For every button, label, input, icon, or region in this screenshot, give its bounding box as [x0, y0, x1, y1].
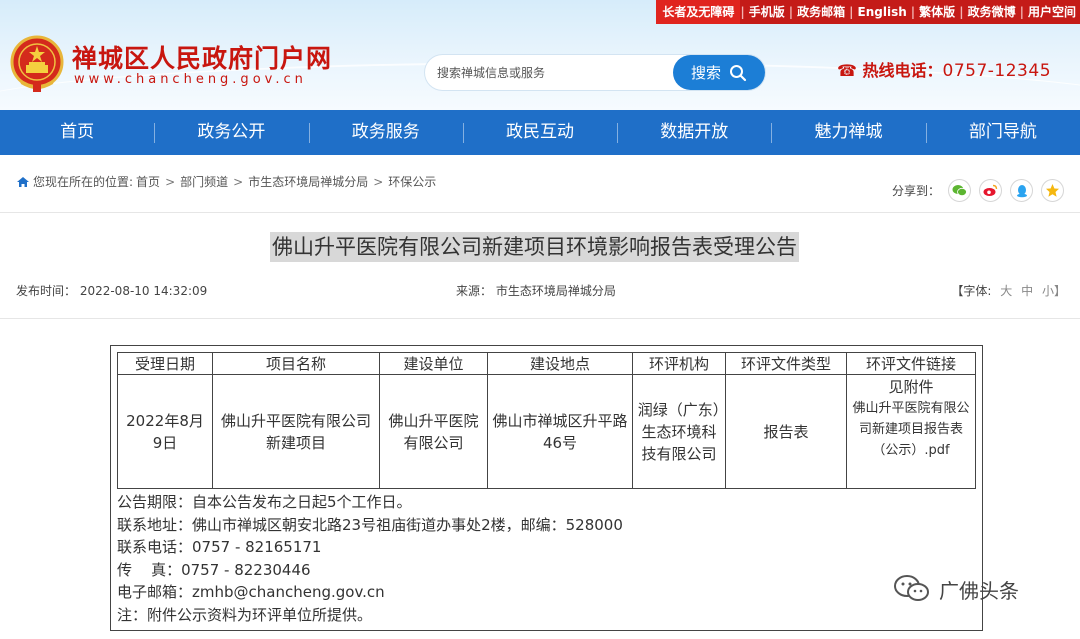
construction-unit-cell: 佛山升平医院有限公司	[379, 374, 488, 489]
construction-location-cell: 佛山市禅城区升平路46号	[487, 374, 633, 489]
share-wechat-button[interactable]	[948, 179, 971, 202]
table-header-cell: 环评机构	[632, 352, 726, 375]
star-icon	[1046, 184, 1059, 197]
hotline-label: 热线电话：	[862, 61, 943, 80]
article-source: 来源： 市生态环境局禅城分局	[456, 284, 616, 298]
contact-notes: 公告期限：自本公告发布之日起5个工作日。 联系地址：佛山市禅城区朝安北路23号祖…	[117, 491, 623, 626]
topbar-english-link[interactable]: English	[853, 0, 911, 24]
qq-icon	[1016, 184, 1027, 197]
contact-email: 电子邮箱：zmhb@chancheng.gov.cn	[117, 583, 385, 601]
publish-time: 发布时间： 2022-08-10 14:32:09	[16, 284, 208, 298]
project-name-cell: 佛山升平医院有限公司新建项目	[212, 374, 380, 489]
topbar-user-space-link[interactable]: 用户空间	[1023, 0, 1080, 24]
watermark-text: 广佛头条	[939, 578, 1019, 603]
phone-icon: ☎	[837, 61, 857, 80]
table-header-cell: 项目名称	[212, 352, 380, 375]
national-emblem-icon	[10, 35, 64, 92]
table-header-cell: 建设地点	[487, 352, 633, 375]
breadcrumb-prefix: 您现在所在的位置:	[33, 175, 134, 189]
breadcrumb-dept-channel[interactable]: 部门频道	[180, 173, 228, 190]
disclaimer-note: 注：附件公示资料为环评单位所提供。	[117, 605, 373, 624]
breadcrumb-env-notice[interactable]: 环保公示	[388, 173, 436, 190]
breadcrumb: 您现在所在的位置: 首页 > 部门频道 > 市生态环境局禅城分局 > 环保公示	[16, 173, 436, 190]
hotline-number: 0757-12345	[942, 61, 1052, 81]
share-bar: 分享到：	[892, 179, 1064, 202]
search-icon	[730, 64, 747, 81]
topbar-traditional-link[interactable]: 繁体版	[915, 0, 960, 24]
divider	[0, 318, 1080, 319]
search-box: 搜索	[425, 55, 765, 90]
hotline: ☎ 热线电话：0757-12345	[837, 57, 1051, 81]
weibo-icon	[983, 184, 998, 196]
project-info-table: 受理日期 项目名称 建设单位 建设地点 环评机构 环评文件类型 环评文件链接 2…	[117, 352, 976, 489]
wechat-watermark-icon	[894, 575, 929, 601]
nav-item-departments[interactable]: 部门导航	[925, 110, 1080, 155]
table-header-cell: 环评文件链接	[846, 352, 976, 375]
font-size-small-button[interactable]: 小】	[1042, 284, 1066, 298]
contact-fax: 传 真：0757 - 82230446	[117, 560, 311, 579]
share-label: 分享到：	[891, 184, 940, 198]
table-header-cell: 受理日期	[117, 352, 213, 375]
eia-agency-cell: 润绿（广东）生态环境科技有限公司	[632, 374, 726, 489]
wechat-icon	[952, 185, 967, 197]
table-header-row: 受理日期 项目名称 建设单位 建设地点 环评机构 环评文件类型 环评文件链接	[117, 352, 976, 375]
breadcrumb-home[interactable]: 首页	[136, 173, 160, 190]
main-nav: 首页 政务公开 政务服务 政民互动 数据开放 魅力禅城 部门导航	[0, 110, 1080, 155]
notice-period: 公告期限：自本公告发布之日起5个工作日。	[117, 493, 412, 511]
divider	[0, 212, 1080, 213]
font-size-label: 【字体:	[951, 284, 992, 298]
site-header: 长者及无障碍 | 手机版 | 政务邮箱 | English | 繁体版 | 政务…	[0, 0, 1080, 110]
attachment-label: 见附件	[888, 378, 934, 396]
notice-content: 受理日期 项目名称 建设单位 建设地点 环评机构 环评文件类型 环评文件链接 2…	[110, 345, 983, 631]
top-utility-bar: 长者及无障碍 | 手机版 | 政务邮箱 | English | 繁体版 | 政务…	[656, 0, 1080, 24]
font-size-large-button[interactable]: 大	[1000, 284, 1012, 298]
table-header-cell: 建设单位	[379, 352, 488, 375]
eia-doc-type-cell: 报告表	[725, 374, 847, 489]
topbar-weibo-link[interactable]: 政务微博	[963, 0, 1020, 24]
nav-item-home[interactable]: 首页	[0, 110, 154, 155]
topbar-accessibility-link[interactable]: 长者及无障碍	[656, 0, 741, 24]
share-qq-button[interactable]	[1010, 179, 1033, 202]
topbar-mobile-link[interactable]: 手机版	[744, 0, 789, 24]
acceptance-date-cell: 2022年8月9日	[117, 374, 213, 489]
share-qzone-button[interactable]	[1041, 179, 1064, 202]
nav-item-services[interactable]: 政务服务	[308, 110, 463, 155]
contact-address: 联系地址：佛山市禅城区朝安北路23号祖庙街道办事处2楼，邮编：528000	[117, 515, 623, 534]
eia-doc-link-cell: 见附件 佛山升平医院有限公司新建项目报告表（公示）.pdf	[846, 374, 976, 489]
site-url: www.chancheng.gov.cn	[74, 72, 307, 87]
breadcrumb-eco-bureau[interactable]: 市生态环境局禅城分局	[248, 173, 368, 190]
article-title: 佛山升平医院有限公司新建项目环境影响报告表受理公告	[270, 232, 799, 262]
search-button-label: 搜索	[690, 64, 721, 82]
contact-phone: 联系电话：0757 - 82165171	[117, 538, 322, 556]
table-header-cell: 环评文件类型	[725, 352, 847, 375]
search-input[interactable]	[437, 63, 677, 83]
site-title[interactable]: 禅城区人民政府门户网	[72, 39, 332, 75]
nav-item-charm-chancheng[interactable]: 魅力禅城	[771, 110, 925, 155]
font-size-switcher: 【字体: 大 中 小】	[951, 282, 1066, 299]
table-row: 2022年8月9日 佛山升平医院有限公司新建项目 佛山升平医院有限公司 佛山市禅…	[117, 374, 976, 489]
font-size-medium-button[interactable]: 中	[1021, 284, 1033, 298]
topbar-mail-link[interactable]: 政务邮箱	[793, 0, 850, 24]
nav-item-interaction[interactable]: 政民互动	[462, 110, 617, 155]
attachment-pdf-link[interactable]: 佛山升平医院有限公司新建项目报告表（公示）.pdf	[851, 398, 971, 461]
nav-item-open-data[interactable]: 数据开放	[617, 110, 771, 155]
watermark: 广佛头条	[893, 574, 1019, 604]
page: 长者及无障碍 | 手机版 | 政务邮箱 | English | 繁体版 | 政务…	[0, 0, 1080, 639]
search-button[interactable]: 搜索	[673, 55, 765, 90]
share-weibo-button[interactable]	[979, 179, 1002, 202]
nav-item-gov-affairs[interactable]: 政务公开	[154, 110, 308, 155]
home-icon	[17, 176, 29, 187]
